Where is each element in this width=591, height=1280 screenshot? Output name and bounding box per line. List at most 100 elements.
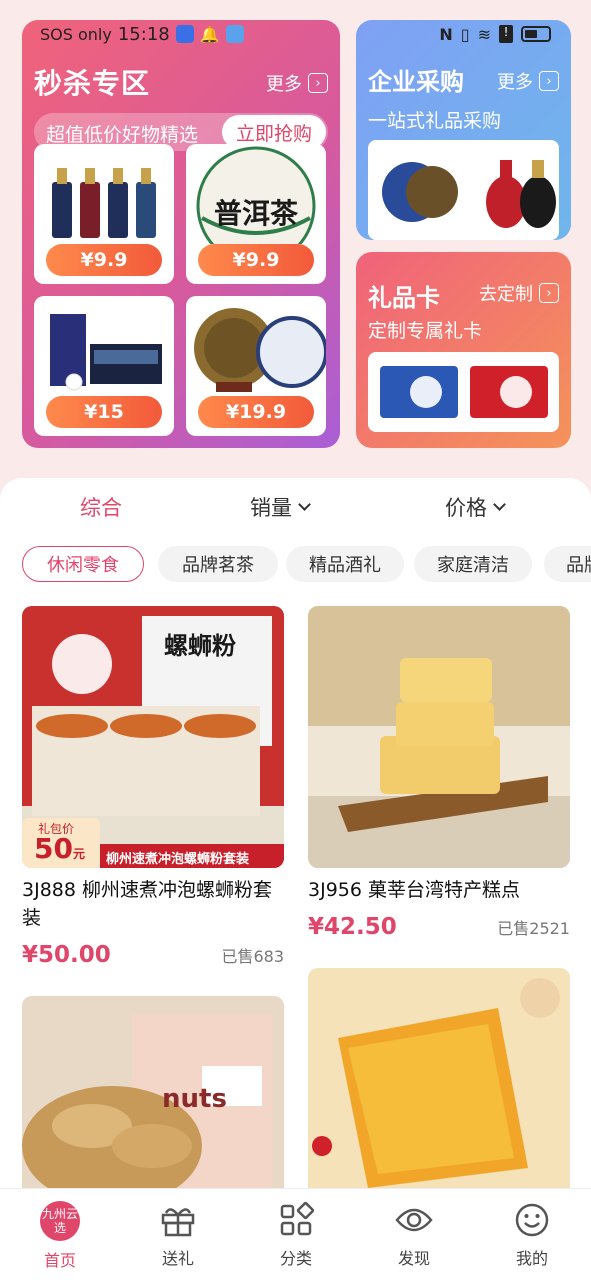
pack-text: nuts bbox=[162, 1084, 227, 1114]
enterprise-image bbox=[368, 140, 559, 240]
product-image bbox=[308, 968, 570, 1188]
seckill-tile[interactable]: ¥19.9 bbox=[186, 296, 326, 436]
enterprise-subtitle: 一站式礼品采购 bbox=[368, 110, 502, 132]
sponge-cake-image bbox=[308, 968, 570, 1188]
chip-snacks[interactable]: 休闲零食 bbox=[22, 546, 144, 582]
chevron-right-icon: › bbox=[539, 283, 559, 303]
chip-tea[interactable]: 品牌茗茶 bbox=[158, 546, 278, 582]
clock: 15:18 bbox=[117, 23, 170, 45]
tab-discover[interactable]: 发现 bbox=[374, 1201, 454, 1269]
customize-button[interactable]: 去定制 › bbox=[479, 280, 559, 306]
sort-sales-label: 销量 bbox=[250, 496, 292, 520]
chip-liquor[interactable]: 精品酒礼 bbox=[286, 546, 404, 582]
chevron-right-icon: › bbox=[308, 73, 328, 93]
product-sold: 已售2521 bbox=[497, 919, 570, 938]
product-price-row: ¥42.50 已售2521 bbox=[308, 914, 570, 940]
nfc-icon: N bbox=[439, 24, 453, 44]
price-pill: ¥9.9 bbox=[46, 244, 162, 276]
tab-home-label: 首页 bbox=[43, 1251, 76, 1270]
gift-icon bbox=[161, 1208, 195, 1237]
chip-brand[interactable]: 品牌 bbox=[544, 546, 591, 582]
enterprise-more-label: 更多 bbox=[497, 72, 533, 93]
vibrate-icon: ▯ bbox=[460, 24, 470, 44]
promo-text: 超值低价好物精选 bbox=[46, 124, 199, 146]
seckill-title: 秒杀专区 bbox=[34, 67, 151, 100]
seckill-tile[interactable]: ¥15 bbox=[34, 296, 174, 436]
tab-gift-label: 送礼 bbox=[161, 1249, 194, 1268]
tea-cakes-image bbox=[194, 308, 326, 392]
product-card[interactable]: 3J956 菓莘台湾特产糕点 ¥42.50 已售2521 bbox=[308, 606, 570, 940]
pack-text: 螺蛳粉 bbox=[164, 631, 236, 660]
product-price: ¥42.50 bbox=[308, 914, 397, 940]
product-image bbox=[308, 606, 570, 868]
product-name: 3J888 柳州速煮冲泡螺蛳粉套装 bbox=[22, 879, 272, 929]
customize-label: 去定制 bbox=[479, 284, 533, 305]
tab-discover-label: 发现 bbox=[397, 1249, 430, 1268]
tab-home[interactable]: 九州云选 首页 bbox=[20, 1201, 100, 1271]
seckill-more-label: 更多 bbox=[266, 74, 302, 95]
gift-card-card[interactable]: 礼品卡 去定制 › 定制专属礼卡 bbox=[356, 252, 571, 448]
product-name: 3J956 菓莘台湾特产糕点 bbox=[308, 879, 520, 901]
seckill-tile[interactable]: 普洱茶 ¥9.9 bbox=[186, 144, 326, 284]
category-chips: 休闲零食 品牌茗茶 精品酒礼 家庭清洁 品牌 bbox=[22, 546, 591, 584]
mail-icon bbox=[225, 25, 244, 43]
tab-bar: 九州云选 首页 送礼 分类 发现 我的 bbox=[0, 1188, 591, 1280]
enterprise-purchase-card[interactable]: 企业采购 更多 › 一站式礼品采购 bbox=[356, 20, 571, 240]
tab-category[interactable]: 分类 bbox=[256, 1201, 336, 1269]
tab-mine-label: 我的 bbox=[515, 1249, 548, 1268]
eye-icon bbox=[395, 1208, 433, 1232]
tab-gift[interactable]: 送礼 bbox=[138, 1201, 218, 1269]
badge-price-unit: 元 bbox=[72, 847, 85, 861]
gift-box-image bbox=[50, 314, 162, 391]
bell-icon: 🔔 bbox=[199, 24, 220, 44]
chevron-right-icon: › bbox=[539, 71, 559, 91]
status-bar: SOS only 15:18 🔔 N ▯ ≋ ! bbox=[40, 20, 551, 48]
giftcard-image bbox=[368, 352, 559, 432]
sort-price-label: 价格 bbox=[445, 496, 487, 520]
product-card[interactable] bbox=[308, 968, 570, 1188]
tea-label: 普洱茶 bbox=[213, 197, 298, 230]
price-pill: ¥19.9 bbox=[198, 396, 314, 428]
gift-products-image bbox=[382, 160, 556, 228]
logo-text: 九州云选 bbox=[42, 1207, 79, 1235]
badge-price-value: 50 bbox=[34, 832, 73, 865]
battery-icon bbox=[521, 26, 551, 42]
peanuts-image bbox=[22, 996, 284, 1188]
seckill-tile[interactable]: ¥9.9 bbox=[34, 144, 174, 284]
sos-text: SOS only bbox=[40, 24, 112, 44]
enterprise-title: 企业采购 bbox=[368, 68, 464, 96]
sort-price[interactable]: 价格 bbox=[445, 492, 506, 522]
wifi-icon: ≋ bbox=[477, 24, 491, 44]
chevron-down-icon bbox=[298, 497, 311, 511]
price-pill: ¥9.9 bbox=[198, 244, 314, 276]
chevron-down-icon bbox=[493, 497, 506, 511]
alert-icon: ! bbox=[499, 25, 513, 43]
product-card[interactable]: 螺蛳粉 礼包价 50元 柳州速煮冲泡螺蛳粉套装 3J888 柳州速煮冲泡螺蛳粉套… bbox=[22, 606, 284, 968]
sort-bar: 综合 销量 价格 bbox=[0, 488, 591, 532]
product-card[interactable]: nuts bbox=[22, 996, 284, 1188]
giftcard-title: 礼品卡 bbox=[368, 284, 440, 312]
chip-cleaning[interactable]: 家庭清洁 bbox=[414, 546, 532, 582]
banner-text: 柳州速煮冲泡螺蛳粉套装 bbox=[106, 852, 250, 867]
category-icon bbox=[280, 1201, 315, 1236]
home-logo-icon: 九州云选 bbox=[40, 1201, 80, 1241]
badge-price: 50元 bbox=[34, 834, 85, 868]
shield-icon bbox=[175, 25, 194, 43]
seckill-more-button[interactable]: 更多 › bbox=[266, 70, 328, 96]
seckill-card[interactable]: 秒杀专区 更多 › 超值低价好物精选 立即抢购 ¥9.9 普洱茶 ¥9.9 ¥1… bbox=[22, 20, 340, 448]
liquor-bottles-image bbox=[52, 168, 156, 238]
enterprise-more-button[interactable]: 更多 › bbox=[497, 68, 559, 94]
sort-comprehensive[interactable]: 综合 bbox=[80, 492, 122, 522]
product-image: 螺蛳粉 礼包价 50元 柳州速煮冲泡螺蛳粉套装 bbox=[22, 606, 284, 868]
product-price-row: ¥50.00 已售683 bbox=[22, 942, 284, 968]
giftcard-subtitle: 定制专属礼卡 bbox=[368, 320, 483, 342]
product-image: nuts bbox=[22, 996, 284, 1188]
gift-cards-image bbox=[380, 366, 548, 418]
product-sheet: 综合 销量 价格 休闲零食 品牌茗茶 精品酒礼 家庭清洁 品牌 bbox=[0, 478, 591, 1188]
smile-icon bbox=[515, 1203, 549, 1237]
tab-mine[interactable]: 我的 bbox=[492, 1201, 572, 1269]
product-price: ¥50.00 bbox=[22, 942, 111, 968]
tab-category-label: 分类 bbox=[279, 1249, 312, 1268]
product-sold: 已售683 bbox=[221, 947, 284, 966]
sort-sales[interactable]: 销量 bbox=[250, 492, 311, 522]
